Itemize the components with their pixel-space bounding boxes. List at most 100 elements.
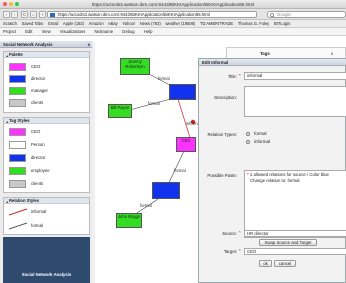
color-swatch [9,63,26,71]
search-icon [270,13,275,18]
informal-line-icon [9,208,27,216]
close-panel-icon[interactable]: x [88,41,90,48]
collapse-triangle-icon[interactable]: ▲ [6,53,9,59]
palette-header[interactable]: ▲ Palette [4,52,89,58]
panel-scrollbar[interactable] [92,43,95,283]
edge-line[interactable] [177,98,192,142]
required-marker: * [239,248,241,253]
browser-toolbar: ‹ › C ⌂ + https://uctools3.watson.ibm.co… [0,9,346,20]
url-field[interactable]: https://uctools3.watson.ibm.com:9443/BiK… [47,11,257,18]
node-label: CEO [181,138,191,143]
url-text: https://uctools3.watson.ibm.com:9443/BiK… [58,12,210,17]
edge-label: formal [148,101,160,106]
tag-styles-header[interactable]: ▲ Tag Styles [4,118,89,124]
menu-visualizations[interactable]: Visualizations [60,29,86,34]
bookmark-item[interactable]: Amazon [89,21,104,26]
bookmark-item[interactable]: Gmail [48,21,59,26]
relation-styles-header[interactable]: ▲ Relation Styles [4,198,89,204]
forward-button[interactable]: › [11,11,18,18]
menu-edit[interactable]: Edit [25,29,32,34]
left-panel-title: Social Network Analysis [3,42,53,47]
formal-line-icon [9,222,27,230]
palette-item[interactable]: manager [7,86,87,96]
graph-node[interactable]: Bill Payne [108,104,132,118]
node-label: Bill Payne [110,105,130,110]
required-marker: * [239,73,241,78]
target-input[interactable]: CEO [244,248,346,255]
radio-formal[interactable] [246,132,250,136]
bookmark-item[interactable]: TD AMERITRADE [200,21,233,26]
node-label: John Briggs [117,214,141,219]
graph-node[interactable] [169,84,196,100]
palette-item-label: CEO [31,64,41,69]
app-window: https://uctools3.watson.ibm.com:9443/BiK… [0,0,346,283]
possible-paste-list[interactable]: * 1 allowed relations for source / Color… [244,170,346,238]
bookmark-item[interactable]: Scratch [3,21,17,26]
menu-project[interactable]: Project [3,29,16,34]
relation-style-item[interactable]: informal [7,207,87,217]
relation-types-label: Relation Types: [207,132,237,137]
source-input[interactable]: HR director [244,230,346,237]
possible-paste-label: Possible Paste: [207,173,237,178]
tag-style-item[interactable]: CEO [7,127,87,137]
cancel-button[interactable]: cancel [274,260,296,267]
color-swatch [9,128,26,136]
new-tab-button[interactable]: + [39,11,46,18]
tag-styles-title: Tag Styles [9,118,30,123]
menu-debug[interactable]: Debug [122,29,134,34]
menu-help[interactable]: Help [144,29,153,34]
tag-style-item[interactable]: director [7,153,87,163]
bookmark-item[interactable]: eBay [108,21,117,26]
edit-relation-dialog: Edit Informal Title: * informal Descript… [198,58,346,283]
bookmark-item[interactable]: Thomas G. Foley [238,21,269,26]
graph-canvas[interactable]: Jeremy Robertson Bill Payne CEO John Bri… [96,41,201,283]
palette-item[interactable]: CEO [7,62,87,72]
relation-style-item[interactable]: formal [7,221,87,231]
relation-styles-section: ▲ Relation Styles informal formal [3,197,90,235]
collapse-triangle-icon[interactable]: ▲ [6,199,9,205]
edge-label: formal [158,76,170,81]
search-field[interactable]: Google [267,11,346,18]
tag-style-item[interactable]: employee [7,166,87,176]
source-input-value: HR director [247,231,269,236]
bookmark-item[interactable]: Apple (182) [63,21,84,26]
collapse-triangle-icon[interactable]: ▲ [6,119,9,125]
palette-item[interactable]: clients [7,98,87,108]
left-panel-footer: Social Network Analysis [3,237,90,283]
graph-node[interactable]: John Briggs [116,213,142,228]
graph-edges [125,65,196,220]
menu-nickname[interactable]: Nickname [95,29,114,34]
tag-styles-section: ▲ Tag Styles CEO Person director employee… [3,117,90,193]
tags-panel-title: Tags [260,51,270,56]
node-label: Jeremy Robertson [125,59,145,69]
graph-node[interactable] [152,182,180,199]
bookmark-item[interactable]: Yahoo! [122,21,135,26]
graph-node[interactable]: Jeremy Robertson [120,58,150,75]
tag-style-item[interactable]: Person [7,140,87,150]
color-swatch [9,141,26,149]
palette-item[interactable]: director [7,74,87,84]
menu-view[interactable]: View [42,29,51,34]
bookmark-item[interactable]: Saved Tabs [22,21,43,26]
title-label: Title: [227,74,237,79]
bookmark-item[interactable]: weather (19506) [165,21,195,26]
palette-title: Palette [9,52,23,57]
reload-button[interactable]: C [21,11,28,18]
back-button[interactable]: ‹ [3,11,10,18]
graph-node[interactable]: CEO [176,137,196,152]
title-input[interactable]: informal [244,72,346,80]
description-input[interactable] [244,86,346,117]
tag-style-label: Person [31,142,45,147]
home-button[interactable]: ⌂ [30,11,37,18]
swap-source-target-button[interactable]: Swap Source and Target [259,239,317,246]
ok-button[interactable]: ok [259,260,272,267]
tag-style-label: employee [31,168,50,173]
tag-style-item[interactable]: clients [7,179,87,189]
bookmark-item[interactable]: News (783) [140,21,161,26]
close-tags-icon[interactable]: x [331,51,333,56]
radio-formal-label: formal [254,131,267,136]
palette-item-label: director [31,76,46,81]
bookmark-item[interactable]: BITLogin [274,21,290,26]
radio-informal[interactable] [246,140,250,144]
color-swatch [9,87,26,95]
